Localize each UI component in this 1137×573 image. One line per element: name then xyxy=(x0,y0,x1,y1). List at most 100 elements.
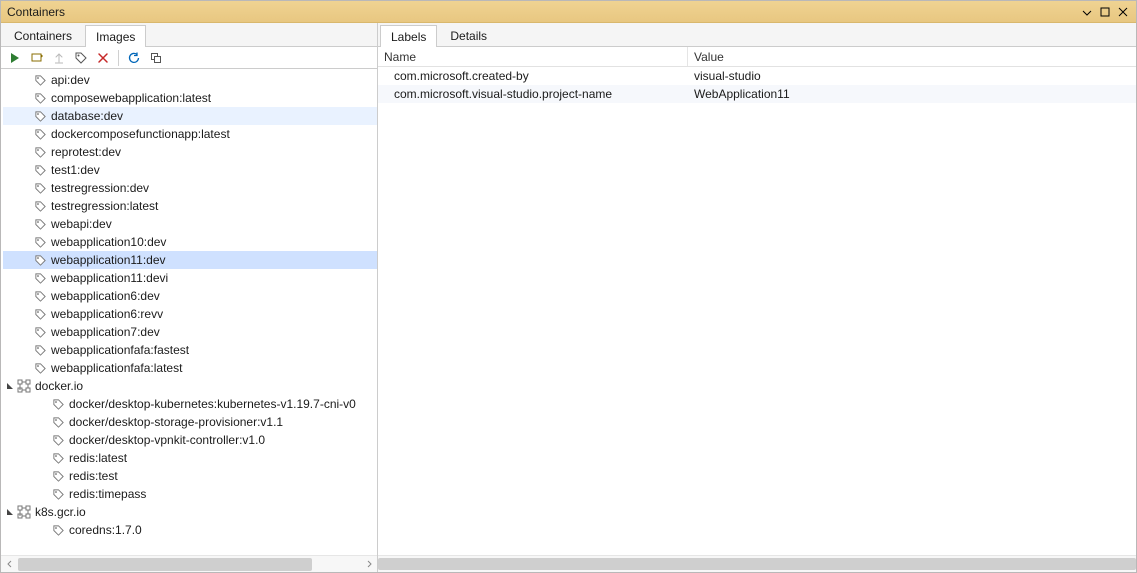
tree-item-label: docker/desktop-storage-provisioner:v1.1 xyxy=(69,415,283,429)
tree-item-label: coredns:1.7.0 xyxy=(69,523,142,537)
image-webapplication6-dev[interactable]: webapplication6:dev xyxy=(3,287,377,305)
image-webapplication7-dev[interactable]: webapplication7:dev xyxy=(3,323,377,341)
label-name: com.microsoft.created-by xyxy=(378,69,688,83)
image-webapplicationfafa-fastest[interactable]: webapplicationfafa:fastest xyxy=(3,341,377,359)
image-toolbar xyxy=(1,47,377,69)
tag-icon xyxy=(51,469,65,483)
containers-tool-window: Containers Containers Images xyxy=(0,0,1137,573)
tab-containers[interactable]: Containers xyxy=(3,24,83,46)
tree-item-label: webapplication11:dev xyxy=(51,253,166,267)
label-value: WebApplication11 xyxy=(688,87,1136,101)
scroll-left-icon[interactable] xyxy=(1,556,18,573)
tag-icon xyxy=(33,109,47,123)
tab-details[interactable]: Details xyxy=(439,24,498,46)
image-webapplication11-devi[interactable]: webapplication11:devi xyxy=(3,269,377,287)
tree-item-label: webapplication6:dev xyxy=(51,289,160,303)
hscroll-thumb-right[interactable] xyxy=(378,558,1136,570)
tag-icon xyxy=(33,325,47,339)
tree-item-label: redis:timepass xyxy=(69,487,146,501)
close-icon[interactable] xyxy=(1114,3,1132,21)
image-reprotest-dev[interactable]: reprotest:dev xyxy=(3,143,377,161)
tag-icon xyxy=(51,487,65,501)
image-redis-latest[interactable]: redis:latest xyxy=(3,449,377,467)
image-dockercomposefunctionapp-latest[interactable]: dockercomposefunctionapp:latest xyxy=(3,125,377,143)
label-value: visual-studio xyxy=(688,69,1136,83)
scroll-right-icon[interactable] xyxy=(360,556,377,573)
image-webapplicationfafa-latest[interactable]: webapplicationfafa:latest xyxy=(3,359,377,377)
tag-icon xyxy=(33,307,47,321)
tree-item-label: reprotest:dev xyxy=(51,145,121,159)
tree-item-label: k8s.gcr.io xyxy=(35,505,86,519)
tree-item-label: test1:dev xyxy=(51,163,100,177)
image-testregression-latest[interactable]: testregression:latest xyxy=(3,197,377,215)
tag-icon xyxy=(33,127,47,141)
registry-icon xyxy=(17,505,31,519)
tag-icon xyxy=(33,343,47,357)
registry-k8s-gcr-io[interactable]: k8s.gcr.io xyxy=(3,503,377,521)
tag-icon xyxy=(33,235,47,249)
label-name: com.microsoft.visual-studio.project-name xyxy=(378,87,688,101)
left-tabstrip: Containers Images xyxy=(1,23,377,47)
tree-item-label: testregression:dev xyxy=(51,181,149,195)
tree-item-label: webapi:dev xyxy=(51,217,112,231)
image-tree: api:dev composewebapplication:latest datab… xyxy=(1,69,377,555)
delete-button[interactable] xyxy=(93,48,113,68)
tag-icon xyxy=(51,415,65,429)
image-test1-dev[interactable]: test1:dev xyxy=(3,161,377,179)
image-composewebapplication-latest[interactable]: composewebapplication:latest xyxy=(3,89,377,107)
labels-header: Name Value xyxy=(378,47,1136,67)
tag-icon xyxy=(33,217,47,231)
hscroll-left[interactable] xyxy=(1,555,377,572)
image-webapi-dev[interactable]: webapi:dev xyxy=(3,215,377,233)
image-api-dev[interactable]: api:dev xyxy=(3,71,377,89)
registry-docker-io[interactable]: docker.io xyxy=(3,377,377,395)
tree-item-label: webapplicationfafa:latest xyxy=(51,361,182,375)
tag-icon xyxy=(33,73,47,87)
tree-item-label: redis:test xyxy=(69,469,118,483)
tree-item-label: webapplicationfafa:fastest xyxy=(51,343,189,357)
image-webapplication11-dev[interactable]: webapplication11:dev xyxy=(3,251,377,269)
col-value-header[interactable]: Value xyxy=(688,47,1136,66)
tab-labels[interactable]: Labels xyxy=(380,25,437,47)
image-webapplication10-dev[interactable]: webapplication10:dev xyxy=(3,233,377,251)
image-docker-desktop-storage-provisioner-v1-1[interactable]: docker/desktop-storage-provisioner:v1.1 xyxy=(3,413,377,431)
titlebar[interactable]: Containers xyxy=(1,1,1136,23)
tag-button[interactable] xyxy=(71,48,91,68)
tree-item-label: api:dev xyxy=(51,73,90,87)
hscroll-thumb[interactable] xyxy=(18,558,312,571)
tag-icon xyxy=(51,397,65,411)
tree-item-label: webapplication10:dev xyxy=(51,235,166,249)
image-testregression-dev[interactable]: testregression:dev xyxy=(3,179,377,197)
tag-icon xyxy=(33,163,47,177)
col-name-header[interactable]: Name xyxy=(378,47,688,66)
tab-images[interactable]: Images xyxy=(85,25,146,47)
right-tabstrip: Labels Details xyxy=(378,23,1136,47)
refresh-button[interactable] xyxy=(124,48,144,68)
pull-image-button[interactable] xyxy=(27,48,47,68)
image-coredns-1-7-0[interactable]: coredns:1.7.0 xyxy=(3,521,377,539)
tag-icon xyxy=(33,361,47,375)
tree-item-label: redis:latest xyxy=(69,451,127,465)
tree-item-label: webapplication6:revv xyxy=(51,307,163,321)
dock-position-icon[interactable] xyxy=(1078,3,1096,21)
prune-button[interactable] xyxy=(146,48,166,68)
push-button[interactable] xyxy=(49,48,69,68)
image-webapplication6-revv[interactable]: webapplication6:revv xyxy=(3,305,377,323)
image-docker-desktop-vpnkit-controller-v1-0[interactable]: docker/desktop-vpnkit-controller:v1.0 xyxy=(3,431,377,449)
toolbar-separator xyxy=(118,50,119,66)
run-button[interactable] xyxy=(5,48,25,68)
hscroll-right[interactable] xyxy=(378,555,1136,572)
label-row[interactable]: com.microsoft.created-byvisual-studio xyxy=(378,67,1136,85)
expander-icon[interactable] xyxy=(5,507,15,517)
tree-item-label: composewebapplication:latest xyxy=(51,91,211,105)
image-docker-desktop-kubernetes-kubernetes-v1-19-7-cni-v0[interactable]: docker/desktop-kubernetes:kubernetes-v1.… xyxy=(3,395,377,413)
tree-scroll[interactable]: api:dev composewebapplication:latest datab… xyxy=(1,69,377,555)
label-row[interactable]: com.microsoft.visual-studio.project-name… xyxy=(378,85,1136,103)
window-title: Containers xyxy=(7,5,1078,19)
tree-item-label: testregression:latest xyxy=(51,199,158,213)
expander-icon[interactable] xyxy=(5,381,15,391)
image-redis-timepass[interactable]: redis:timepass xyxy=(3,485,377,503)
image-redis-test[interactable]: redis:test xyxy=(3,467,377,485)
maximize-icon[interactable] xyxy=(1096,3,1114,21)
image-database-dev[interactable]: database:dev xyxy=(3,107,377,125)
